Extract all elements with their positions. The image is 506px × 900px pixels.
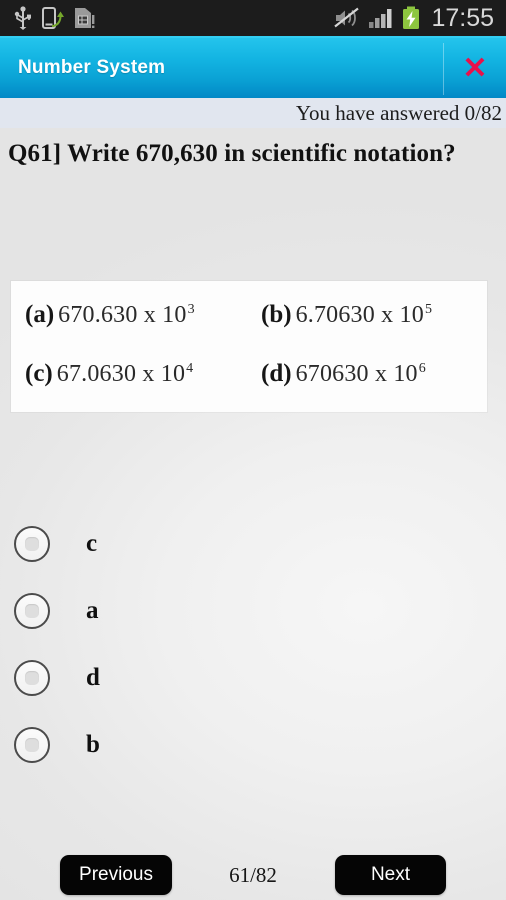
close-button[interactable]: ✕ xyxy=(444,38,506,100)
status-bar: 17:55 xyxy=(0,0,506,36)
option-a-mantissa: 670.630 x 10 xyxy=(58,302,187,328)
sim-card-alert-icon xyxy=(75,8,95,28)
radio-inner-dot xyxy=(25,536,39,551)
option-c-image-text: (c) 67.0630 x 104 xyxy=(25,360,193,388)
option-d-mantissa: 670630 x 10 xyxy=(295,361,418,387)
status-bar-left-icons xyxy=(0,6,95,30)
usb-icon xyxy=(14,6,31,30)
radio-button-icon[interactable] xyxy=(14,659,50,696)
signal-bars-icon xyxy=(369,9,392,28)
option-a-exponent: 3 xyxy=(187,302,195,317)
answer-choice-4-label: b xyxy=(86,731,100,758)
question-text: Q61] Write 670,630 in scientific notatio… xyxy=(8,140,456,167)
answer-choice-4[interactable]: b xyxy=(0,711,506,778)
answer-choice-1-label: c xyxy=(86,530,98,557)
phone-screen: 17:55 Number System ✕ You have answered … xyxy=(0,0,506,900)
answer-choice-2[interactable]: a xyxy=(0,577,506,644)
mute-icon xyxy=(334,7,360,28)
next-button[interactable]: Next xyxy=(335,855,446,895)
option-b-image-text: (b) 6.70630 x 105 xyxy=(261,301,432,329)
radio-button-icon[interactable] xyxy=(14,525,50,562)
radio-inner-dot xyxy=(25,737,39,752)
option-b-tag: (b) xyxy=(261,301,292,328)
option-b-expression: 6.70630 x 105 xyxy=(296,302,433,328)
option-c-expression: 67.0630 x 104 xyxy=(57,361,194,387)
option-b-exponent: 5 xyxy=(424,302,433,317)
option-b-mantissa: 6.70630 x 10 xyxy=(295,302,424,328)
question-content: Q61] Write 670,630 in scientific notatio… xyxy=(0,128,506,900)
close-icon: ✕ xyxy=(462,52,488,85)
answer-choice-3[interactable]: d xyxy=(0,644,506,711)
battery-charging-icon xyxy=(403,6,420,29)
phone-transfer-icon xyxy=(42,7,64,29)
action-bar: Number System ✕ xyxy=(0,36,506,98)
answer-choice-3-label: d xyxy=(86,664,100,691)
option-c-tag: (c) xyxy=(25,360,53,387)
status-bar-clock: 17:55 xyxy=(431,3,494,32)
answer-choice-1[interactable]: c xyxy=(0,510,506,577)
option-c-mantissa: 67.0630 x 10 xyxy=(56,361,186,387)
answered-count-text: You have answered 0/82 xyxy=(295,100,502,125)
status-bar-right-icons: 17:55 xyxy=(334,3,506,32)
page-title: Number System xyxy=(18,57,166,78)
radio-button-icon[interactable] xyxy=(14,726,50,763)
option-d-tag: (d) xyxy=(261,360,292,387)
radio-button-icon[interactable] xyxy=(14,592,50,629)
options-image: (a) 670.630 x 103 (b) 6.70630 x 105 (c) … xyxy=(11,281,487,412)
option-a-expression: 670.630 x 103 xyxy=(58,302,195,328)
answer-choice-2-label: a xyxy=(86,597,99,624)
options-image-grid: (a) 670.630 x 103 (b) 6.70630 x 105 (c) … xyxy=(11,281,487,412)
answer-choice-list: c a d b xyxy=(0,510,506,778)
option-d-expression: 670630 x 106 xyxy=(296,361,426,387)
previous-button[interactable]: Previous xyxy=(60,855,172,895)
answered-status-bar: You have answered 0/82 xyxy=(0,98,506,128)
option-d-exponent: 6 xyxy=(418,361,426,376)
option-a-tag: (a) xyxy=(25,301,55,328)
option-a-image-text: (a) 670.630 x 103 xyxy=(25,301,195,329)
radio-inner-dot xyxy=(25,670,39,685)
bottom-navigation-bar: Previous 61/82 Next xyxy=(0,855,506,897)
radio-inner-dot xyxy=(25,603,39,618)
option-c-exponent: 4 xyxy=(186,361,194,376)
option-d-image-text: (d) 670630 x 106 xyxy=(261,360,426,388)
